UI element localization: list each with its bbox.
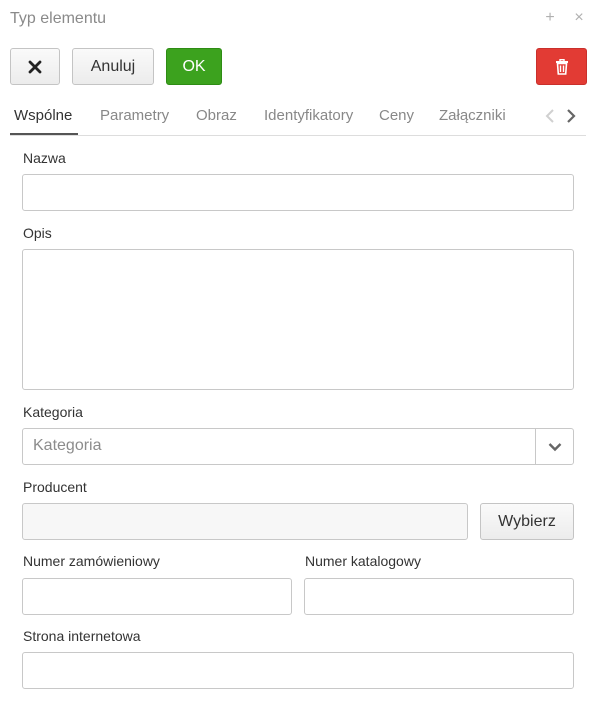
dialog-title: Typ elementu	[10, 10, 107, 27]
ok-button[interactable]: OK	[166, 48, 222, 85]
tab-zalaczniki[interactable]: Załączniki	[439, 107, 506, 124]
close-x-icon	[28, 60, 42, 73]
cancel-button[interactable]: Anuluj	[72, 48, 154, 85]
tab-obraz[interactable]: Obraz	[196, 107, 237, 124]
tab-identyfikatory[interactable]: Identyfikatory	[264, 107, 353, 124]
catalog-number-input[interactable]	[304, 578, 574, 615]
tab-ceny[interactable]: Ceny	[379, 107, 414, 124]
delete-button[interactable]	[536, 48, 587, 85]
category-dropdown-toggle[interactable]	[536, 429, 573, 464]
tab-scroll-right[interactable]	[562, 105, 580, 127]
chevron-left-icon	[545, 109, 554, 123]
dialog-titlebar: Typ elementu + ×	[0, 0, 596, 38]
tab-bar: Wspólne Parametry Obraz Identyfikatory C…	[0, 98, 596, 136]
category-label: Kategoria	[23, 404, 83, 420]
producer-label: Producent	[23, 479, 87, 495]
tab-scroll-left[interactable]	[541, 105, 559, 127]
chevron-down-icon	[548, 442, 561, 451]
producer-field[interactable]	[22, 503, 468, 540]
description-textarea[interactable]	[22, 249, 574, 390]
chevron-right-icon	[567, 109, 576, 123]
maximize-icon[interactable]: +	[541, 8, 559, 28]
order-number-input[interactable]	[22, 578, 292, 615]
tab-divider	[10, 135, 586, 136]
trash-icon	[555, 58, 568, 75]
name-input[interactable]	[22, 174, 574, 211]
description-label: Opis	[23, 225, 52, 241]
category-placeholder: Kategoria	[33, 437, 102, 454]
tab-wspolne[interactable]: Wspólne	[14, 107, 72, 124]
close-button[interactable]	[10, 48, 60, 85]
choose-producer-button[interactable]: Wybierz	[480, 503, 574, 540]
close-window-icon[interactable]: ×	[570, 8, 588, 28]
catalog-number-label: Numer katalogowy	[305, 553, 421, 569]
order-number-label: Numer zamówieniowy	[23, 553, 160, 569]
website-label: Strona internetowa	[23, 628, 141, 644]
tab-overflow-fade	[528, 102, 540, 130]
name-label: Nazwa	[23, 150, 66, 166]
website-input[interactable]	[22, 652, 574, 689]
category-select[interactable]: Kategoria	[22, 428, 574, 465]
tab-parametry[interactable]: Parametry	[100, 107, 169, 124]
